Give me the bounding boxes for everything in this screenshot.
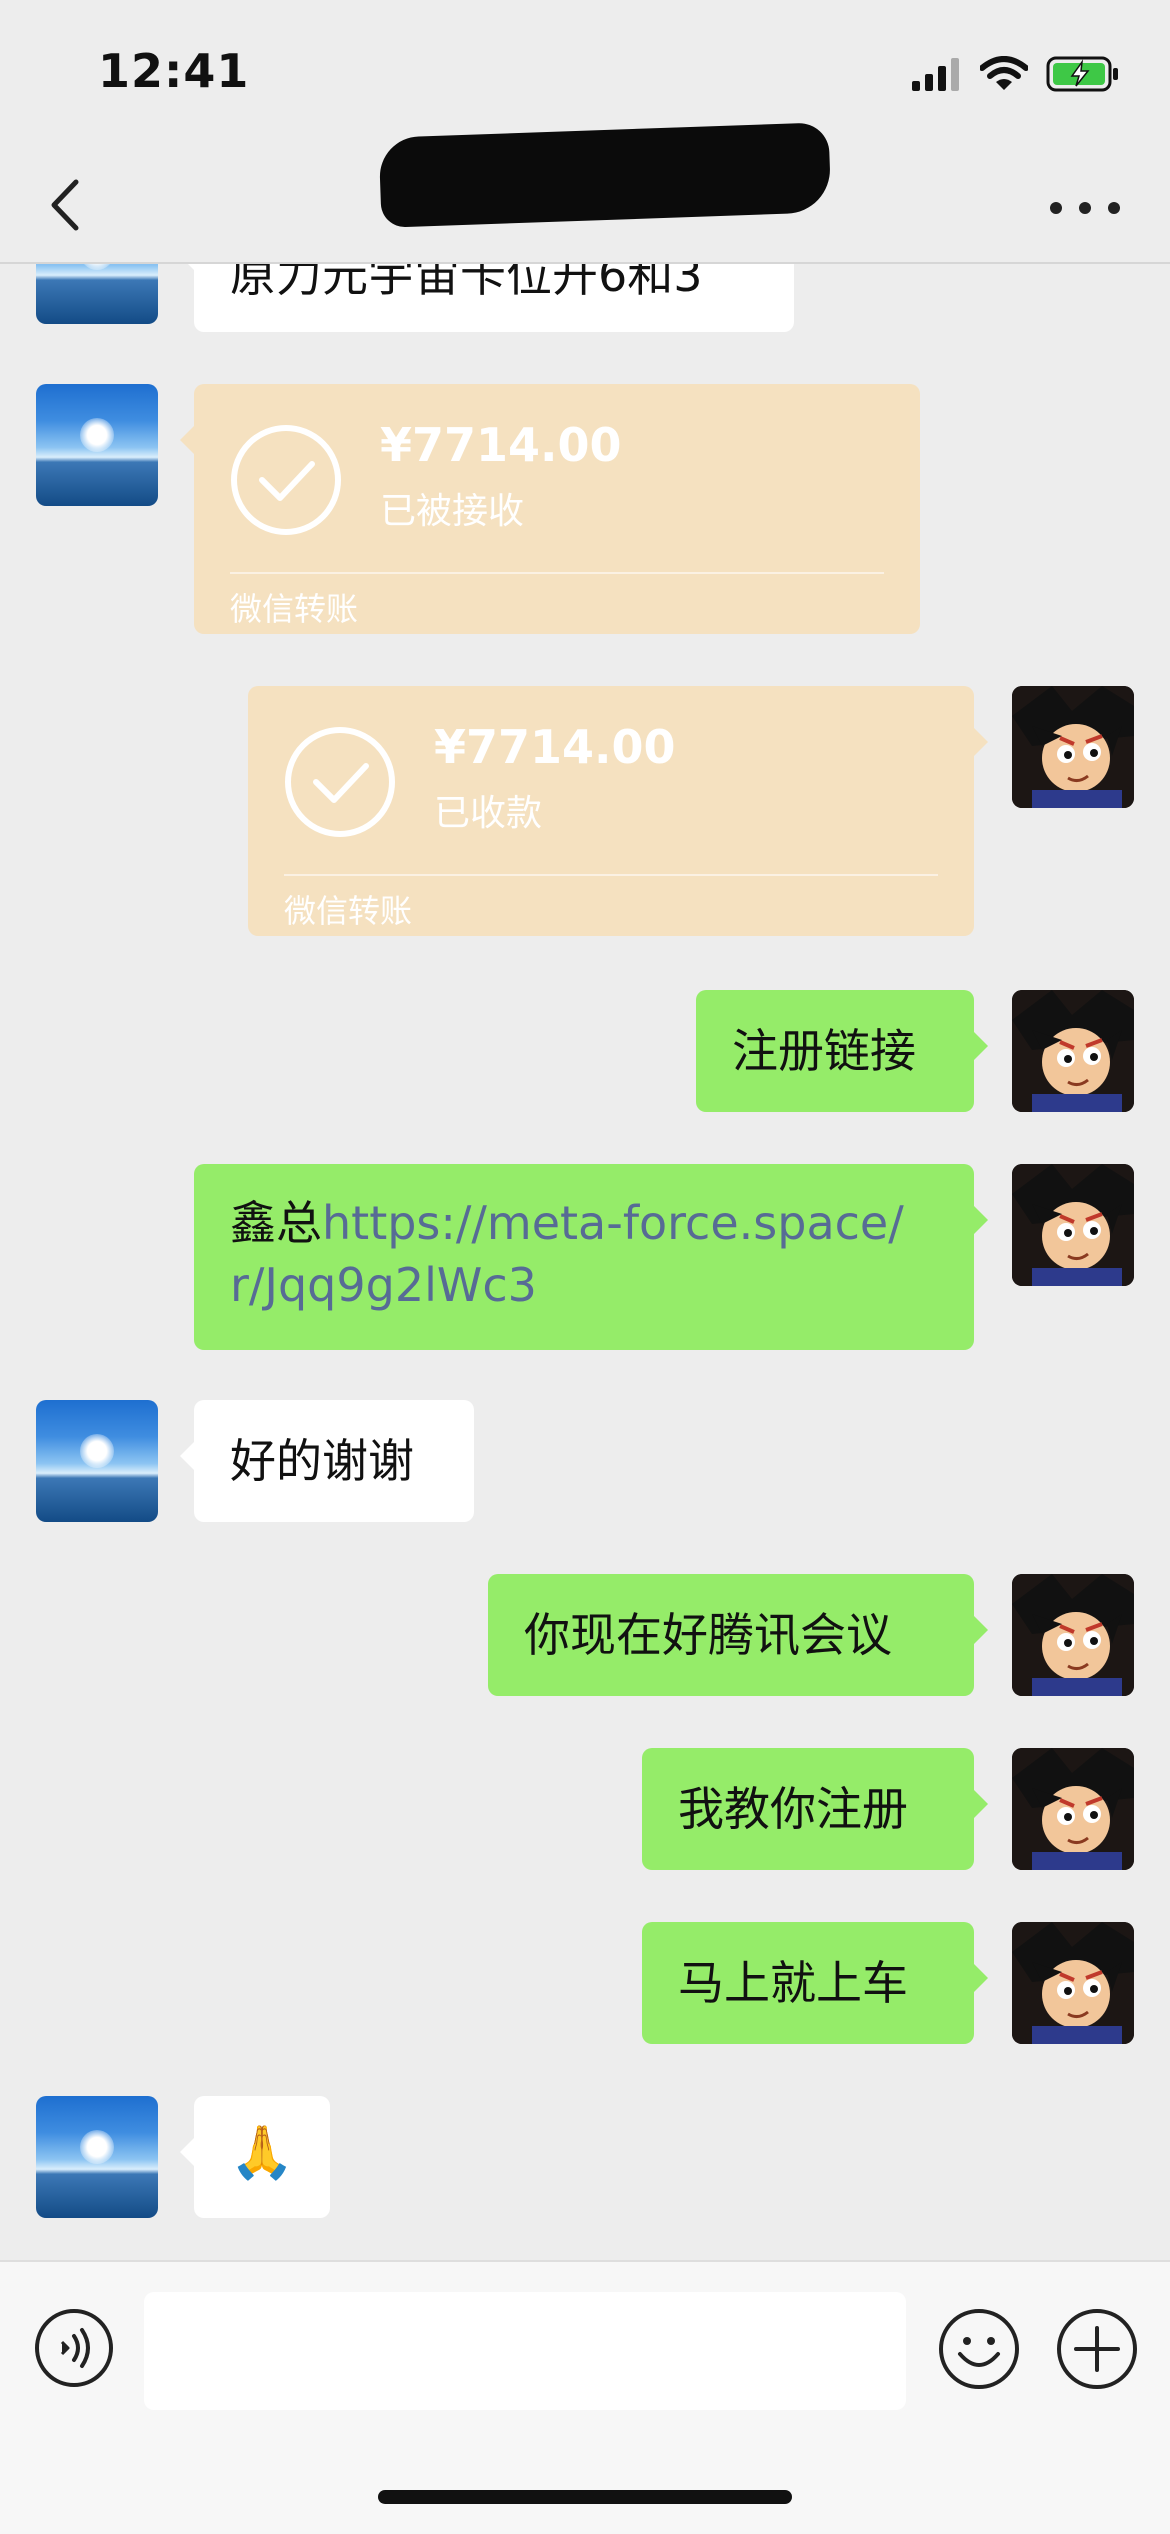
emoji-icon[interactable]: [938, 2308, 1020, 2390]
message-text: 好的谢谢: [230, 1434, 414, 1488]
transfer-amount: ¥7714.00: [380, 418, 622, 472]
message-text: 注册链接: [732, 1024, 916, 1078]
avatar-contact[interactable]: [36, 2096, 158, 2218]
transfer-status: 已被接收: [380, 491, 525, 532]
message-bubble[interactable]: 马上就上车: [642, 1922, 988, 2044]
goku-avatar-icon: [1012, 1574, 1134, 1696]
battery-charging-icon: [1046, 56, 1118, 92]
transfer-card[interactable]: ¥7714.00 已被接收 微信转账: [180, 384, 920, 634]
goku-avatar-icon: [1012, 1922, 1134, 2044]
message-bubble[interactable]: 你现在好腾讯会议: [488, 1574, 988, 1696]
message-bubble[interactable]: 我教你注册: [642, 1748, 988, 1870]
avatar-contact[interactable]: [36, 384, 158, 506]
transfer-footer: 微信转账: [230, 590, 359, 628]
chat-messages[interactable]: 原力元宇宙卡位开6和3 ¥7714.00 已被接收 微信转账 ¥7714.00 …: [0, 264, 1170, 2260]
message-text: 鑫总: [230, 1196, 322, 1250]
message-text: 马上就上车: [678, 1956, 908, 2010]
message-bubble[interactable]: 注册链接: [696, 990, 988, 1112]
status-icons: [912, 52, 1120, 96]
home-indicator[interactable]: [378, 2490, 792, 2504]
goku-avatar-icon: [1012, 990, 1134, 1112]
message-bubble[interactable]: 鑫总https://meta-force.space/ r/Jqq9g2lWc3: [194, 1164, 988, 1350]
avatar-self[interactable]: [1012, 990, 1134, 1112]
avatar-self[interactable]: [1012, 1748, 1134, 1870]
avatar-contact[interactable]: [36, 1400, 158, 1522]
goku-avatar-icon: [1012, 1164, 1134, 1286]
message-link[interactable]: r/Jqq9g2lWc3: [230, 1258, 537, 1312]
message-text: 你现在好腾讯会议: [524, 1608, 892, 1662]
wifi-icon: [980, 56, 1028, 90]
avatar-contact[interactable]: [36, 264, 158, 324]
transfer-amount: ¥7714.00: [434, 720, 676, 774]
message-link[interactable]: https://meta-force.space/: [322, 1196, 904, 1250]
plus-icon[interactable]: [1056, 2308, 1138, 2390]
transfer-divider: [230, 572, 884, 574]
avatar-self[interactable]: [1012, 1164, 1134, 1286]
signal-icon: [912, 58, 959, 91]
transfer-status: 已收款: [434, 793, 543, 834]
message-bubble[interactable]: 🙏: [180, 2096, 330, 2218]
goku-avatar-icon: [1012, 1748, 1134, 1870]
avatar-self[interactable]: [1012, 1574, 1134, 1696]
message-bubble[interactable]: 好的谢谢: [180, 1400, 474, 1522]
message-bubble[interactable]: 原力元宇宙卡位开6和3: [180, 264, 794, 332]
transfer-footer: 微信转账: [284, 892, 413, 930]
avatar-self[interactable]: [1012, 686, 1134, 808]
message-text: 我教你注册: [678, 1782, 908, 1836]
message-text: 原力元宇宙卡位开6和3: [230, 264, 703, 302]
goku-avatar-icon: [1012, 686, 1134, 808]
praying-hands-emoji: 🙏: [229, 2123, 295, 2183]
status-time: 12:41: [98, 44, 250, 98]
checkmark-circle-icon: [231, 425, 341, 535]
redaction-mark: [378, 122, 832, 228]
checkmark-circle-icon: [285, 727, 395, 837]
transfer-card[interactable]: ¥7714.00 已收款 微信转账: [248, 686, 988, 936]
more-icon[interactable]: [1050, 188, 1120, 228]
status-bar: 12:41: [0, 0, 1170, 150]
avatar-self[interactable]: [1012, 1922, 1134, 2044]
voice-icon[interactable]: [34, 2308, 114, 2388]
transfer-divider: [284, 874, 938, 876]
back-arrow-icon[interactable]: [40, 172, 100, 238]
message-input[interactable]: [144, 2292, 906, 2410]
